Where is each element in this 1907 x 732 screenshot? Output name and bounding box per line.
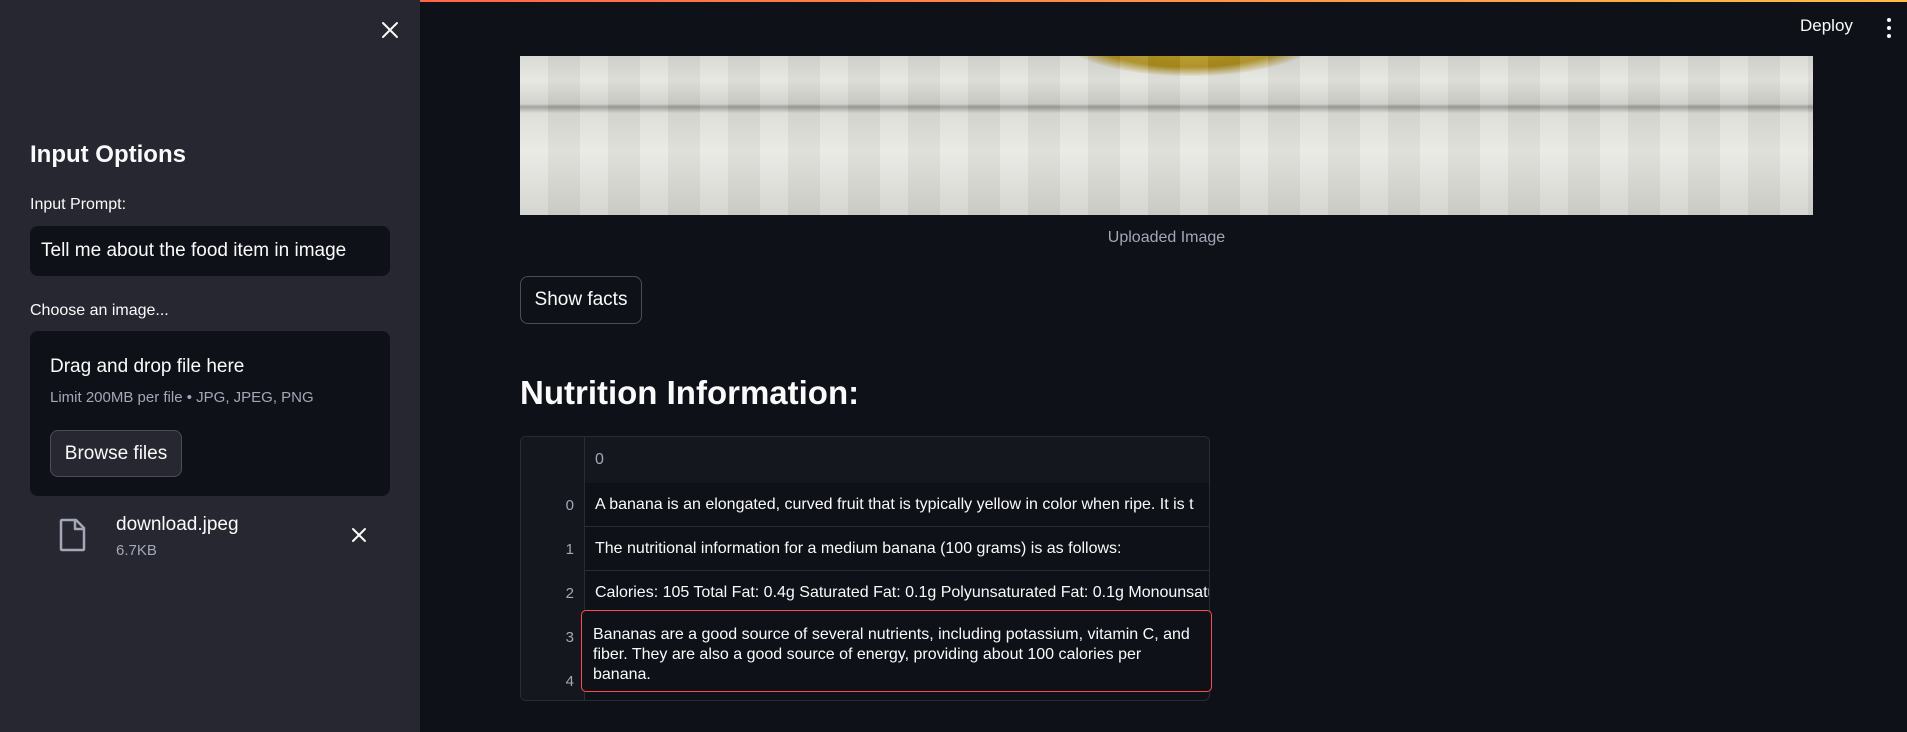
table-row: 1 The nutritional information for a medi… bbox=[521, 527, 1209, 571]
table-row: 2 Calories: 105 Total Fat: 0.4g Saturate… bbox=[521, 571, 1209, 615]
row-index: 4 bbox=[521, 659, 585, 700]
section-title: Nutrition Information: bbox=[520, 374, 860, 411]
dropzone-title: Drag and drop file here bbox=[50, 356, 245, 377]
prompt-input-value: Tell me about the food item in image bbox=[41, 240, 347, 261]
column-header[interactable]: 0 bbox=[585, 437, 1209, 483]
table-header-row: 0 bbox=[521, 437, 1209, 483]
browse-files-button[interactable]: Browse files bbox=[50, 430, 182, 477]
row-index: 1 bbox=[521, 527, 585, 571]
row-index: 3 bbox=[521, 615, 585, 659]
table-cell[interactable]: Calories: 105 Total Fat: 0.4g Saturated … bbox=[585, 571, 1209, 615]
index-header bbox=[521, 437, 585, 483]
table-cell[interactable]: A banana is an elongated, curved fruit t… bbox=[585, 483, 1209, 527]
expanded-cell-overlay[interactable]: Bananas are a good source of several nut… bbox=[581, 610, 1212, 692]
uploaded-file-item: download.jpeg 6.7KB bbox=[30, 508, 390, 564]
sidebar-title: Input Options bbox=[30, 141, 186, 168]
table-row: 0 A banana is an elongated, curved fruit… bbox=[521, 483, 1209, 527]
prompt-input[interactable]: Tell me about the food item in image bbox=[30, 226, 390, 276]
deploy-button[interactable]: Deploy bbox=[1800, 16, 1853, 36]
file-size: 6.7KB bbox=[116, 542, 157, 559]
row-index: 0 bbox=[521, 483, 585, 527]
image-caption: Uploaded Image bbox=[1107, 229, 1226, 246]
table-cell[interactable]: The nutritional information for a medium… bbox=[585, 527, 1209, 571]
close-sidebar-icon[interactable] bbox=[378, 18, 402, 42]
show-facts-button[interactable]: Show facts bbox=[520, 276, 642, 324]
uploaded-image bbox=[520, 56, 1813, 215]
prompt-label: Input Prompt: bbox=[30, 196, 127, 213]
file-icon bbox=[59, 518, 87, 552]
file-dropzone[interactable]: Drag and drop file here Limit 200MB per … bbox=[30, 331, 390, 496]
row-index: 2 bbox=[521, 571, 585, 615]
main-menu-icon[interactable] bbox=[1884, 16, 1894, 40]
sidebar: Input Options Input Prompt: Tell me abou… bbox=[0, 0, 420, 732]
remove-file-icon[interactable] bbox=[348, 524, 370, 546]
file-name: download.jpeg bbox=[116, 514, 239, 535]
uploader-label: Choose an image... bbox=[30, 302, 169, 319]
dropzone-limits: Limit 200MB per file • JPG, JPEG, PNG bbox=[50, 389, 314, 406]
